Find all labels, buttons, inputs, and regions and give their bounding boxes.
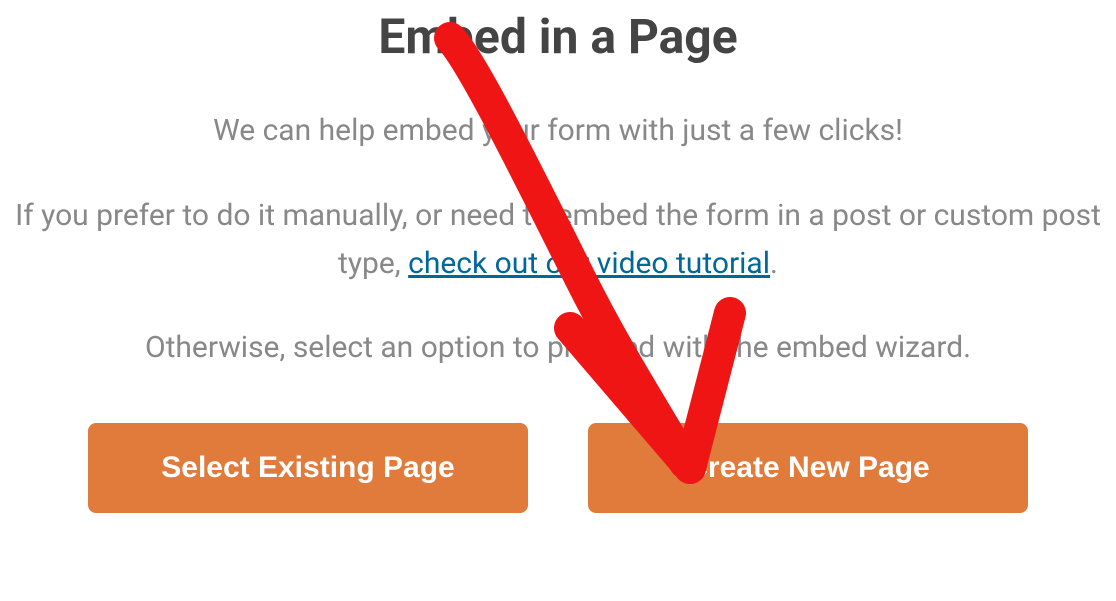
- paragraph-suffix: .: [770, 246, 778, 281]
- create-new-page-button[interactable]: Create New Page: [588, 423, 1028, 513]
- video-tutorial-link[interactable]: check out our video tutorial: [408, 246, 770, 281]
- modal-title: Embed in a Page: [378, 8, 737, 65]
- modal-paragraph-manual: If you prefer to do it manually, or need…: [0, 192, 1116, 288]
- select-existing-page-button[interactable]: Select Existing Page: [88, 423, 528, 513]
- modal-paragraph-wizard: Otherwise, select an option to proceed w…: [145, 330, 971, 365]
- button-row: Select Existing Page Create New Page: [88, 423, 1028, 513]
- modal-subtitle: We can help embed your form with just a …: [213, 113, 903, 148]
